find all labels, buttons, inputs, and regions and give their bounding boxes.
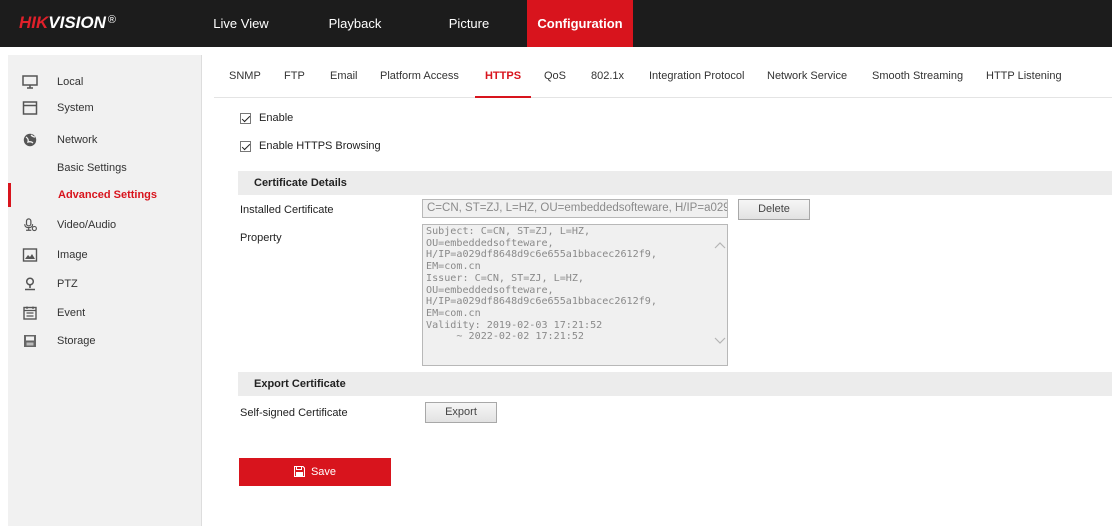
logo-registered-mark: ® — [107, 14, 117, 26]
scroll-up-arrow-icon[interactable] — [714, 241, 726, 249]
nav-picture[interactable]: Picture — [436, 0, 502, 47]
globe-icon — [23, 133, 37, 147]
property-line: H/IP=a029df8648d9c6e655a1bbacec2612f9, — [426, 296, 657, 308]
save-button[interactable]: Save — [239, 458, 391, 486]
system-icon — [22, 101, 38, 115]
sidebar-item-ptz[interactable]: PTZ — [8, 271, 202, 297]
tab-https[interactable]: HTTPS — [475, 56, 531, 98]
export-certificate-header: Export Certificate — [238, 372, 1112, 396]
property-line: Validity: 2019-02-03 17:21:52 — [426, 319, 603, 331]
sidebar-item-label: Storage — [57, 335, 96, 347]
sidebar-item-label: Local — [57, 76, 84, 88]
property-line: Subject: C=CN, ST=ZJ, L=HZ, — [426, 226, 591, 237]
nav-live-view[interactable]: Live View — [206, 0, 276, 47]
sidebar-item-label: Network — [57, 134, 98, 146]
tab-qos[interactable]: QoS — [544, 56, 566, 97]
export-button[interactable]: Export — [425, 402, 497, 423]
sidebar-item-advanced-settings[interactable]: Advanced Settings — [8, 183, 202, 207]
config-tabs: SNMP FTP Email Platform Access HTTPS QoS… — [214, 56, 1112, 98]
property-textarea[interactable]: Subject: C=CN, ST=ZJ, L=HZ, OU=embeddeds… — [422, 224, 728, 366]
property-line: OU=embeddedsofteware, — [426, 237, 554, 249]
enable-https-browsing-checkbox[interactable] — [240, 141, 251, 152]
certificate-details-header: Certificate Details — [238, 171, 1112, 195]
enable-checkbox[interactable] — [240, 113, 251, 124]
property-line: H/IP=a029df8648d9c6e655a1bbacec2612f9, — [426, 249, 657, 261]
sidebar-item-basic-settings[interactable]: Basic Settings — [8, 156, 202, 180]
delete-button[interactable]: Delete — [738, 199, 810, 220]
image-icon — [22, 248, 38, 262]
save-label: Save — [310, 466, 337, 478]
sidebar-item-network[interactable]: Network — [8, 127, 202, 153]
tab-network-service[interactable]: Network Service — [767, 56, 847, 97]
sidebar-item-label: Image — [57, 249, 88, 261]
sidebar-item-label: PTZ — [57, 278, 78, 290]
enable-https-browsing-label: Enable HTTPS Browsing — [259, 140, 381, 152]
property-line: Issuer: C=CN, ST=ZJ, L=HZ, — [426, 272, 585, 284]
sidebar-item-image[interactable]: Image — [8, 242, 202, 268]
property-label: Property — [240, 232, 282, 244]
ptz-icon — [25, 277, 35, 291]
property-line: EM=com.cn — [426, 307, 481, 319]
scroll-down-arrow-icon[interactable] — [714, 337, 726, 345]
sidebar-item-event[interactable]: Event — [8, 300, 202, 326]
installed-certificate-label: Installed Certificate — [240, 204, 334, 216]
sidebar-item-label: Video/Audio — [57, 219, 117, 231]
calendar-icon — [23, 306, 37, 320]
tab-platform-access[interactable]: Platform Access — [380, 56, 459, 97]
sidebar: Local System Network Basic Settings Adva… — [8, 55, 202, 526]
tab-http-listening[interactable]: HTTP Listening — [986, 56, 1062, 97]
sidebar-sub-label: Advanced Settings — [58, 189, 158, 201]
hikvision-logo: HIKVISION ® — [19, 13, 116, 33]
tab-email[interactable]: Email — [330, 56, 358, 97]
top-navigation-bar: HIKVISION ® Live View Playback Picture Co… — [0, 0, 1112, 47]
logo-vision-text: VISION — [48, 13, 106, 32]
tab-smooth-streaming[interactable]: Smooth Streaming — [872, 56, 963, 97]
self-signed-certificate-label: Self-signed Certificate — [240, 407, 348, 419]
property-line: OU=embeddedsofteware, — [426, 284, 554, 296]
sidebar-item-system[interactable]: System — [8, 95, 202, 121]
sidebar-sub-label: Basic Settings — [57, 162, 127, 174]
sidebar-item-local[interactable]: Local — [8, 69, 202, 95]
storage-icon — [24, 335, 36, 347]
sidebar-item-storage[interactable]: Storage — [8, 328, 202, 354]
property-line: EM=com.cn — [426, 261, 481, 273]
sidebar-item-label: System — [57, 102, 94, 114]
installed-certificate-field[interactable]: C=CN, ST=ZJ, L=HZ, OU=embeddedsofteware,… — [422, 199, 728, 218]
enable-label: Enable — [259, 112, 294, 124]
microphone-icon — [24, 218, 37, 232]
logo-hik-text: HIK — [19, 13, 49, 32]
tab-ftp[interactable]: FTP — [284, 56, 305, 97]
sidebar-item-label: Event — [57, 307, 86, 319]
tab-802-1x[interactable]: 802.1x — [591, 56, 624, 97]
floppy-disk-icon — [293, 465, 305, 477]
sidebar-item-video-audio[interactable]: Video/Audio — [8, 212, 202, 238]
nav-configuration[interactable]: Configuration — [527, 0, 633, 47]
tab-integration-protocol[interactable]: Integration Protocol — [649, 56, 744, 97]
tab-snmp[interactable]: SNMP — [229, 56, 261, 97]
property-line: ~ 2022-02-02 17:21:52 — [426, 331, 585, 343]
nav-playback[interactable]: Playback — [318, 0, 392, 47]
monitor-icon — [22, 75, 38, 89]
